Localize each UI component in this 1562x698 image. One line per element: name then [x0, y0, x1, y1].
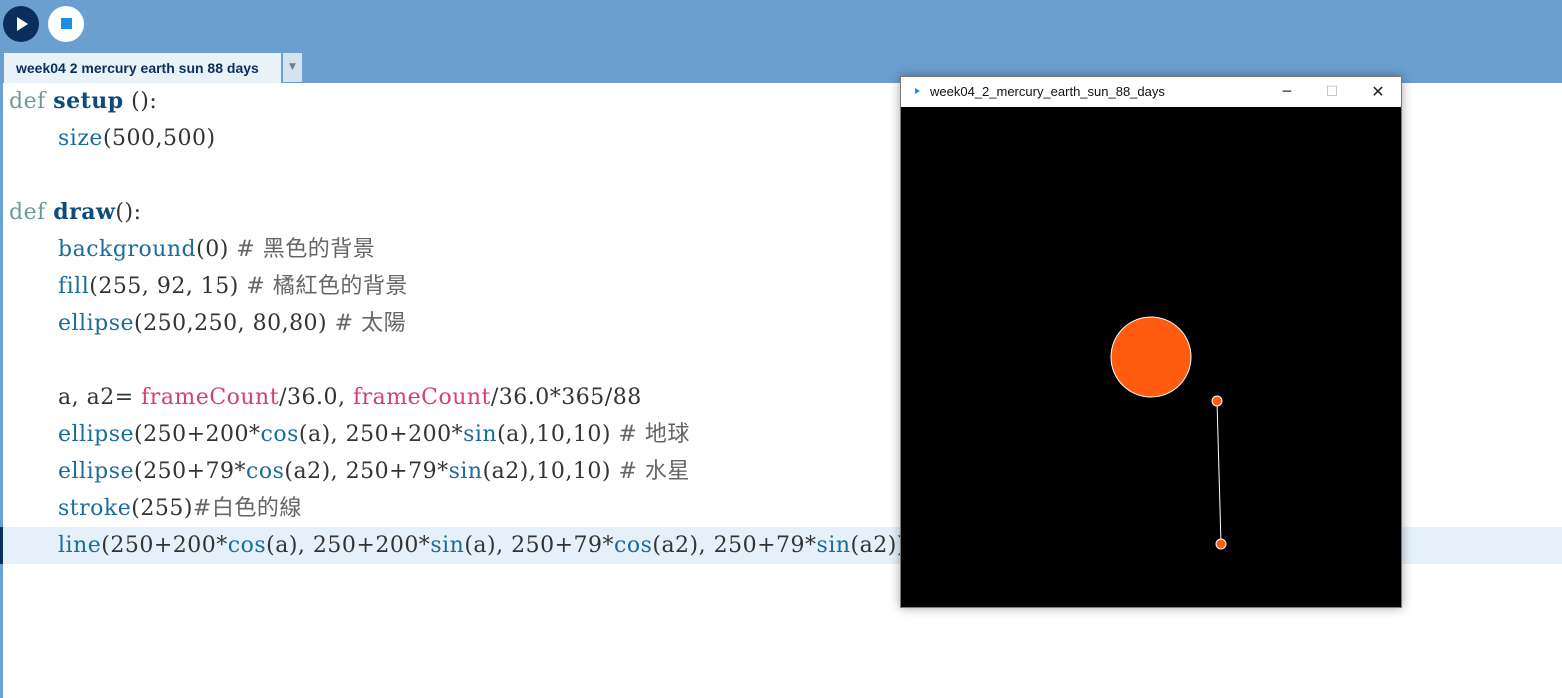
code-comment: # 太陽 — [334, 311, 407, 336]
builtin-function: cos — [260, 422, 299, 447]
tab-menu-button[interactable]: ▼ — [283, 53, 302, 82]
processing-app-icon — [915, 88, 920, 94]
code-line-12[interactable]: stroke(255)#白色的線 — [9, 490, 302, 527]
code-text: /36.0*365/88 — [490, 385, 642, 410]
code-text: (250+79* — [134, 459, 247, 484]
mercury-circle — [1211, 395, 1223, 407]
code-text: (255, 92, 15) — [89, 274, 247, 299]
stop-button[interactable] — [48, 6, 84, 42]
builtin-function: ellipse — [58, 311, 135, 336]
code-line-13[interactable]: line(250+200*cos(a), 250+200*sin(a), 250… — [9, 527, 906, 564]
code-text: (500,500) — [102, 126, 216, 151]
code-line-9[interactable]: a, a2= frameCount/36.0, frameCount/36.0*… — [9, 379, 642, 416]
function-name: setup — [53, 88, 124, 114]
code-text: /36.0, — [279, 385, 353, 410]
processing-variable: frameCount — [141, 385, 280, 410]
current-line-marker — [0, 527, 3, 564]
code-text: (0) — [196, 237, 237, 262]
code-text: (a2), 250+79* — [652, 533, 817, 558]
minimize-icon[interactable]: ─ — [1264, 77, 1310, 107]
code-comment: # 橘紅色的背景 — [246, 274, 408, 299]
code-text: (): — [123, 89, 158, 114]
builtin-function: sin — [430, 533, 465, 558]
window-titlebar[interactable]: week04_2_mercury_earth_sun_88_days ─ ☐ ✕ — [901, 77, 1401, 107]
close-icon[interactable]: ✕ — [1355, 77, 1401, 107]
tab-sketch[interactable]: week04 2 mercury earth sun 88 days — [4, 53, 281, 83]
window-title: week04_2_mercury_earth_sun_88_days — [930, 84, 1165, 99]
code-line-11[interactable]: ellipse(250+79*cos(a2), 250+79*sin(a2),1… — [9, 453, 690, 490]
builtin-function: ellipse — [58, 422, 135, 447]
builtin-function: ellipse — [58, 459, 135, 484]
builtin-function: cos — [227, 533, 267, 558]
builtin-function: background — [58, 237, 197, 262]
toolbar — [0, 0, 1562, 52]
code-text: (250+200* — [134, 422, 261, 447]
run-button[interactable] — [3, 6, 39, 42]
code-comment: #白色的線 — [192, 496, 302, 521]
code-text: (a), 250+200* — [298, 422, 464, 447]
sketch-canvas[interactable] — [901, 107, 1401, 607]
builtin-function: sin — [448, 459, 483, 484]
code-line-7[interactable]: ellipse(250,250, 80,80) # 太陽 — [9, 305, 406, 342]
code-text: (255) — [131, 496, 193, 521]
sun-circle — [1110, 316, 1192, 398]
code-comment: # 黑色的背景 — [236, 237, 376, 262]
code-line-6[interactable]: fill(255, 92, 15) # 橘紅色的背景 — [9, 268, 408, 305]
earth-circle — [1215, 538, 1227, 550]
code-text: (a), 250+200* — [266, 533, 431, 558]
maximize-icon[interactable]: ☐ — [1309, 77, 1355, 107]
builtin-function: fill — [58, 274, 90, 299]
keyword: def — [9, 89, 46, 114]
sketch-window: week04_2_mercury_earth_sun_88_days ─ ☐ ✕ — [900, 76, 1402, 608]
code-text: (a),10,10) — [497, 422, 619, 447]
code-text: (250+200* — [101, 533, 228, 558]
code-comment: # 地球 — [618, 422, 690, 447]
builtin-function: sin — [463, 422, 498, 447]
function-name: draw — [53, 199, 116, 225]
builtin-function: size — [58, 126, 103, 151]
processing-variable: frameCount — [352, 385, 491, 410]
editor-gutter — [0, 83, 3, 698]
code-text: (a2),10,10) — [482, 459, 619, 484]
code-line-10[interactable]: ellipse(250+200*cos(a), 250+200*sin(a),1… — [9, 416, 690, 453]
builtin-function: cos — [614, 533, 653, 558]
keyword: def — [9, 200, 46, 225]
code-line-5[interactable]: background(0) # 黑色的背景 — [9, 231, 375, 268]
code-line-2[interactable]: size(500,500) — [9, 120, 216, 157]
chevron-down-icon: ▼ — [289, 62, 296, 72]
code-comment: # 水星 — [618, 459, 690, 484]
code-text: a, a2= — [58, 385, 142, 410]
builtin-function: cos — [246, 459, 285, 484]
builtin-function: sin — [816, 533, 851, 558]
code-text: (a), 250+79* — [464, 533, 614, 558]
tab-label: week04 2 mercury earth sun 88 days — [16, 60, 259, 76]
builtin-function: stroke — [58, 496, 132, 521]
code-text: (): — [115, 200, 142, 225]
code-text: (a2)) — [850, 533, 906, 558]
code-line-1[interactable]: def setup (): — [9, 83, 157, 120]
code-line-4[interactable]: def draw(): — [9, 194, 142, 231]
sketch-drawing — [901, 107, 1401, 607]
code-text: (a2), 250+79* — [284, 459, 449, 484]
code-text: (250,250, 80,80) — [134, 311, 335, 336]
builtin-function: line — [58, 533, 102, 558]
